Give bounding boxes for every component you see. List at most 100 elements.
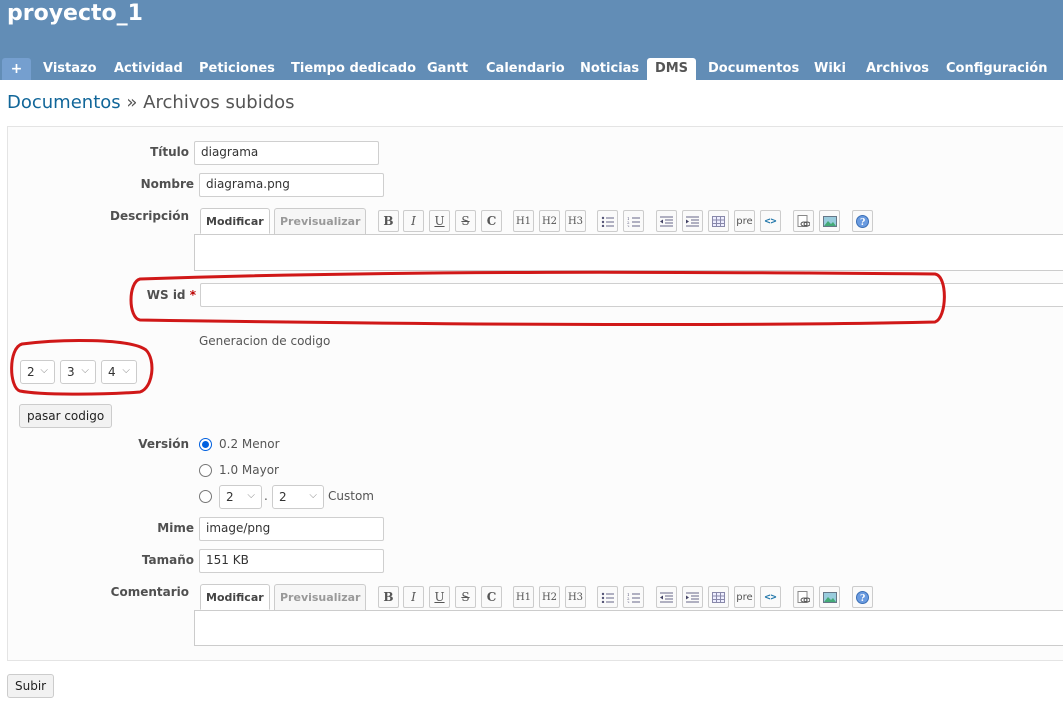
code-select-2[interactable]: 3 ⌵ <box>60 360 96 384</box>
code-block-button[interactable]: <> <box>760 586 781 608</box>
underline-button[interactable]: U <box>429 586 450 608</box>
breadcrumb-current: Archivos subidos <box>143 92 295 113</box>
tamano-input[interactable]: 151 KB <box>199 549 384 573</box>
chevron-down-icon: ⌵ <box>122 365 130 376</box>
version-minor-label: 0.2 Menor <box>219 437 280 451</box>
heading2-button[interactable]: H2 <box>539 210 560 232</box>
custom-dot: . <box>264 489 268 503</box>
image-icon[interactable] <box>819 586 840 608</box>
heading3-button[interactable]: H3 <box>565 586 586 608</box>
outdent-icon[interactable] <box>656 586 677 608</box>
link-icon[interactable] <box>793 210 814 232</box>
upload-form-box <box>7 126 1063 661</box>
comentario-preview-tab[interactable]: Previsualizar <box>274 584 367 610</box>
comentario-label: Comentario <box>110 585 189 599</box>
unordered-list-icon[interactable] <box>597 586 618 608</box>
custom-minor-select[interactable]: 2 ⌵ <box>272 485 324 509</box>
version-major-radio[interactable] <box>199 464 212 477</box>
titulo-label: Título <box>150 145 189 159</box>
bold-button[interactable]: B <box>378 586 399 608</box>
tab-documentos[interactable]: Documentos <box>702 58 805 80</box>
tab-noticias[interactable]: Noticias <box>574 58 645 80</box>
code-inline-button[interactable]: C <box>481 210 502 232</box>
ws-id-input[interactable] <box>200 283 1063 307</box>
underline-button[interactable]: U <box>429 210 450 232</box>
preformatted-button[interactable]: pre <box>734 210 755 232</box>
help-icon[interactable]: ? <box>852 586 873 608</box>
titulo-input[interactable]: diagrama <box>194 141 379 165</box>
heading1-button[interactable]: H1 <box>513 586 534 608</box>
code-select-3[interactable]: 4 ⌵ <box>101 360 137 384</box>
mime-input[interactable]: image/png <box>199 517 384 541</box>
tab-wiki[interactable]: Wiki <box>808 58 852 80</box>
descripcion-edit-tab[interactable]: Modificar <box>200 208 270 234</box>
unordered-list-icon[interactable] <box>597 210 618 232</box>
heading1-button[interactable]: H1 <box>513 210 534 232</box>
table-icon[interactable] <box>708 586 729 608</box>
version-label: Versión <box>138 437 189 451</box>
required-marker: * <box>189 288 196 302</box>
project-title: proyecto_1 <box>7 1 143 26</box>
chevron-down-icon: ⌵ <box>40 365 48 376</box>
strike-button[interactable]: S <box>455 586 476 608</box>
image-icon[interactable] <box>819 210 840 232</box>
svg-text:?: ? <box>860 594 865 604</box>
svg-text:?: ? <box>860 218 865 228</box>
ws-id-label: WS id * <box>146 288 196 302</box>
svg-text:3: 3 <box>627 224 630 227</box>
strike-button[interactable]: S <box>455 210 476 232</box>
tab-configuracion[interactable]: Configuración <box>940 58 1053 80</box>
comentario-edit-tab[interactable]: Modificar <box>200 584 270 610</box>
breadcrumb-documentos-link[interactable]: Documentos <box>7 92 121 113</box>
page-title: Documentos » Archivos subidos <box>7 92 295 113</box>
tab-gantt[interactable]: Gantt <box>421 58 474 80</box>
subir-button[interactable]: Subir <box>7 674 55 698</box>
generacion-codigo-label: Generacion de codigo <box>199 334 331 348</box>
table-icon[interactable] <box>708 210 729 232</box>
descripcion-textarea[interactable] <box>194 234 1063 271</box>
italic-button[interactable]: I <box>403 210 424 232</box>
pasar-codigo-button[interactable]: pasar codigo <box>19 404 113 428</box>
link-icon[interactable] <box>793 586 814 608</box>
mime-label: Mime <box>157 521 194 535</box>
version-major-label: 1.0 Mayor <box>219 463 279 477</box>
heading3-button[interactable]: H3 <box>565 210 586 232</box>
code-select-1[interactable]: 2 ⌵ <box>20 360 55 384</box>
chevron-down-icon: ⌵ <box>81 365 89 376</box>
chevron-down-icon: ⌵ <box>247 490 255 501</box>
tab-tiempo-dedicado[interactable]: Tiempo dedicado <box>285 58 422 80</box>
tab-vistazo[interactable]: Vistazo <box>37 58 103 80</box>
tab-dms[interactable]: DMS <box>647 58 696 80</box>
comentario-textarea[interactable] <box>194 610 1063 646</box>
breadcrumb-separator: » <box>120 92 144 113</box>
code-block-button[interactable]: <> <box>760 210 781 232</box>
italic-button[interactable]: I <box>403 586 424 608</box>
tab-peticiones[interactable]: Peticiones <box>193 58 281 80</box>
chevron-down-icon: ⌵ <box>309 490 317 501</box>
nombre-label: Nombre <box>140 177 194 191</box>
help-icon[interactable]: ? <box>852 210 873 232</box>
custom-major-select[interactable]: 2 ⌵ <box>219 485 262 509</box>
version-custom-radio[interactable] <box>199 490 212 503</box>
code-inline-button[interactable]: C <box>481 586 502 608</box>
top-header: proyecto_1 + Vistazo Actividad Peticione… <box>0 0 1063 80</box>
descripcion-label: Descripción <box>110 209 189 223</box>
descripcion-preview-tab[interactable]: Previsualizar <box>274 208 367 234</box>
tab-archivos[interactable]: Archivos <box>860 58 935 80</box>
svg-text:3: 3 <box>627 600 630 603</box>
ordered-list-icon[interactable]: 123 <box>623 586 644 608</box>
bold-button[interactable]: B <box>378 210 399 232</box>
heading2-button[interactable]: H2 <box>539 586 560 608</box>
indent-icon[interactable] <box>682 586 703 608</box>
version-minor-radio[interactable] <box>199 438 212 451</box>
preformatted-button[interactable]: pre <box>734 586 755 608</box>
ordered-list-icon[interactable]: 123 <box>623 210 644 232</box>
new-object-button[interactable]: + <box>2 58 31 80</box>
tamano-label: Tamaño <box>141 553 194 567</box>
indent-icon[interactable] <box>682 210 703 232</box>
tab-calendario[interactable]: Calendario <box>480 58 571 80</box>
nombre-input[interactable]: diagrama.png <box>199 173 384 197</box>
custom-label: Custom <box>328 489 374 503</box>
outdent-icon[interactable] <box>656 210 677 232</box>
tab-actividad[interactable]: Actividad <box>108 58 189 80</box>
